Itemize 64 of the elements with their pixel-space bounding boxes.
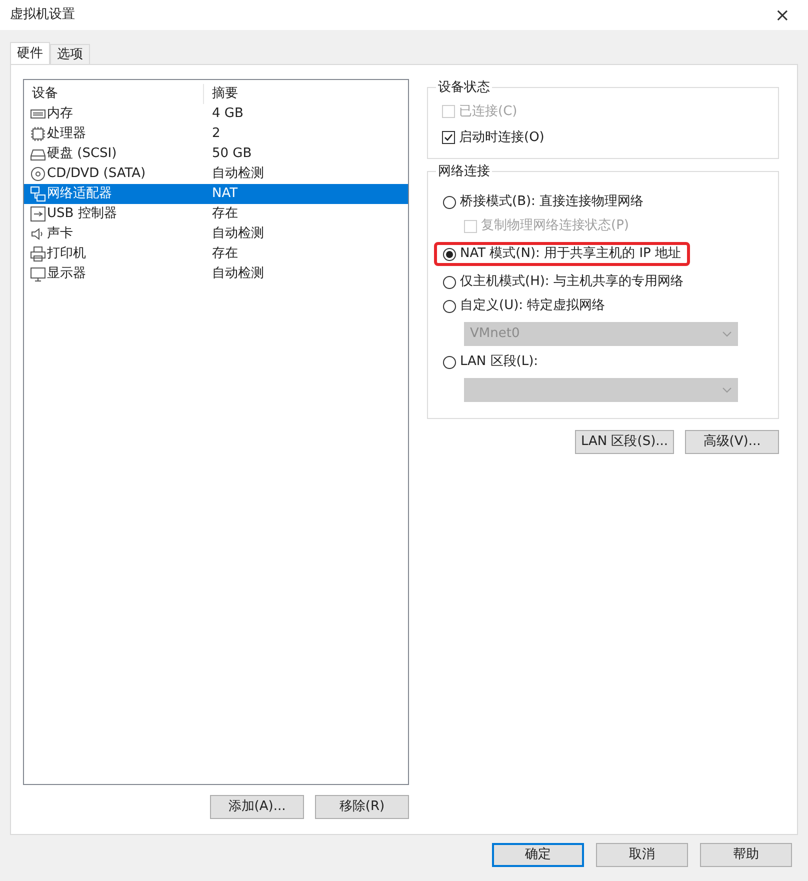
device-row[interactable]: CD/DVD (SATA) 自动检测 bbox=[24, 164, 408, 184]
device-name: CD/DVD (SATA) bbox=[47, 165, 146, 184]
radio-label: 桥接模式(B): 直接连接物理网络 bbox=[460, 193, 644, 212]
dialog-button[interactable]: 添加(A)... bbox=[210, 795, 304, 819]
device-name: 内存 bbox=[47, 105, 73, 124]
device-summary: 2 bbox=[211, 125, 220, 144]
radio-button[interactable] bbox=[443, 196, 456, 208]
device-summary: 50 GB bbox=[211, 145, 252, 164]
radio-button[interactable] bbox=[443, 356, 456, 368]
radio-label: NAT 模式(N): 用于共享主机的 IP 地址 bbox=[460, 245, 681, 264]
column-header[interactable]: 设备 bbox=[24, 84, 204, 104]
device-row[interactable]: 显示器 自动检测 bbox=[24, 264, 408, 284]
device-name: 处理器 bbox=[47, 125, 86, 144]
chevron-down-icon bbox=[722, 387, 732, 393]
radio-label: 自定义(U): 特定虚拟网络 bbox=[460, 297, 606, 316]
device-summary: 自动检测 bbox=[211, 265, 264, 284]
device-summary: 自动检测 bbox=[211, 165, 264, 184]
network-icon bbox=[30, 186, 46, 202]
radio-label: 仅主机模式(H): 与主机共享的专用网络 bbox=[460, 273, 684, 292]
device-name: USB 控制器 bbox=[47, 205, 117, 224]
device-row[interactable]: 网络适配器 NAT bbox=[24, 184, 408, 204]
device-row[interactable]: 硬盘 (SCSI) 50 GB bbox=[24, 144, 408, 164]
printer-icon bbox=[30, 246, 46, 262]
window-title: 虚拟机设置 bbox=[10, 6, 75, 24]
device-summary: 存在 bbox=[211, 205, 238, 224]
checkbox-label: 复制物理网络连接状态(P) bbox=[481, 217, 629, 236]
radio-button[interactable] bbox=[443, 248, 456, 260]
device-summary: 存在 bbox=[211, 245, 238, 264]
device-row[interactable]: USB 控制器 存在 bbox=[24, 204, 408, 224]
device-row[interactable]: 处理器 2 bbox=[24, 124, 408, 144]
tab[interactable]: 硬件 bbox=[10, 42, 50, 64]
disc-icon bbox=[30, 166, 46, 182]
dialog-button[interactable]: 取消 bbox=[596, 843, 688, 867]
device-row[interactable]: 打印机 存在 bbox=[24, 244, 408, 264]
tab[interactable]: 选项 bbox=[50, 44, 90, 64]
checkbox[interactable] bbox=[442, 130, 455, 144]
device-name: 硬盘 (SCSI) bbox=[47, 145, 117, 164]
dialog-button[interactable]: 确定 bbox=[492, 843, 584, 867]
dialog-button[interactable]: 移除(R) bbox=[315, 795, 409, 819]
device-name: 网络适配器 bbox=[47, 185, 112, 204]
dialog-button[interactable]: 高级(V)... bbox=[685, 430, 779, 454]
device-row[interactable]: 内存 4 GB bbox=[24, 104, 408, 124]
radio-button[interactable] bbox=[443, 300, 456, 312]
dialog-button[interactable]: 帮助 bbox=[700, 843, 792, 867]
device-summary: 自动检测 bbox=[211, 225, 264, 244]
checkmark-icon bbox=[443, 132, 454, 143]
device-summary: 4 GB bbox=[211, 105, 244, 124]
checkbox-label: 启动时连接(O) bbox=[459, 128, 544, 146]
device-name: 声卡 bbox=[47, 225, 73, 244]
chip-icon bbox=[30, 126, 46, 142]
device-summary: NAT bbox=[211, 185, 238, 204]
column-header[interactable]: 摘要 bbox=[204, 84, 246, 104]
close-button[interactable]: × bbox=[766, 2, 798, 28]
usb-icon bbox=[30, 206, 46, 222]
device-row[interactable]: 声卡 自动检测 bbox=[24, 224, 408, 244]
monitor-icon bbox=[30, 266, 46, 282]
device-name: 显示器 bbox=[47, 265, 86, 284]
chevron-down-icon bbox=[722, 331, 732, 337]
radio-label: LAN 区段(L): bbox=[460, 353, 538, 372]
device-name: 打印机 bbox=[47, 245, 86, 264]
checkbox-label: 已连接(C) bbox=[459, 103, 518, 121]
dialog-button[interactable]: LAN 区段(S)... bbox=[575, 430, 674, 454]
radio-button[interactable] bbox=[443, 276, 456, 288]
dropdown-value: VMnet0 bbox=[470, 325, 520, 344]
